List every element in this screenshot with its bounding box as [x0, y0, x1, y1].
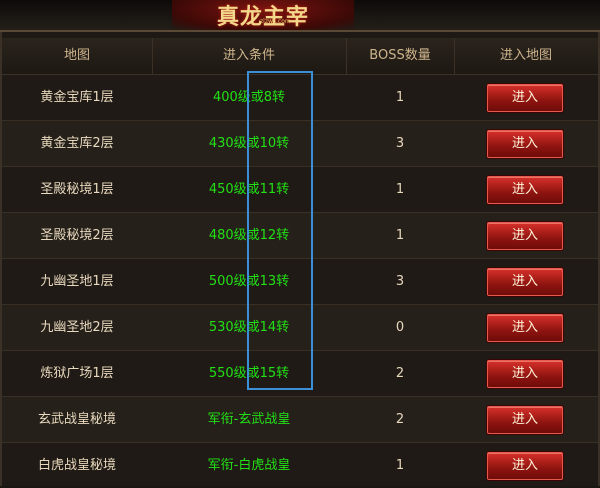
table-header: 地图 进入条件 BOSS数量 进入地图 — [2, 38, 598, 75]
game-logo: 真龙主宰 zlzws.com — [172, 0, 354, 30]
boss-count: 1 — [395, 90, 405, 105]
enter-button[interactable]: 进入 — [487, 314, 563, 342]
enter-button[interactable]: 进入 — [487, 130, 563, 158]
entry-requirement: 430级或10转 — [208, 136, 290, 151]
entry-requirement: 450级或11转 — [208, 182, 290, 197]
enter-cell: 进入 — [454, 397, 598, 442]
entry-requirement: 400级或8转 — [212, 90, 286, 105]
table-row: 圣殿秘境1层 450级或11转 1 进入 — [2, 167, 598, 213]
enter-cell: 进入 — [454, 443, 598, 488]
entry-requirement: 530级或14转 — [208, 320, 290, 335]
header-enter-map: 进入地图 — [499, 48, 552, 63]
map-name: 炼狱广场1层 — [40, 366, 114, 381]
enter-button[interactable]: 进入 — [487, 452, 563, 480]
boss-count: 1 — [395, 228, 405, 243]
boss-count: 1 — [395, 458, 405, 473]
entry-requirement: 军衔-玄武战皇 — [207, 412, 291, 427]
header-boss-count: BOSS数量 — [346, 38, 455, 74]
enter-cell: 进入 — [454, 351, 598, 396]
enter-cell: 进入 — [454, 259, 598, 304]
boss-count: 3 — [395, 274, 405, 289]
top-banner: 真龙主宰 zlzws.com — [0, 0, 600, 32]
enter-button[interactable]: 进入 — [487, 360, 563, 388]
table-row: 玄武战皇秘境 军衔-玄武战皇 2 进入 — [2, 397, 598, 443]
table-row: 圣殿秘境2层 480级或12转 1 进入 — [2, 213, 598, 259]
map-name: 黄金宝库2层 — [40, 136, 114, 151]
map-name: 九幽圣地2层 — [40, 320, 114, 335]
table-row: 九幽圣地2层 530级或14转 0 进入 — [2, 305, 598, 351]
enter-cell: 进入 — [454, 121, 598, 166]
boss-count: 1 — [395, 182, 405, 197]
enter-cell: 进入 — [454, 167, 598, 212]
enter-cell: 进入 — [454, 213, 598, 258]
enter-button[interactable]: 进入 — [487, 406, 563, 434]
entry-requirement: 480级或12转 — [208, 228, 290, 243]
entry-requirement: 550级或15转 — [208, 366, 290, 381]
boss-count: 2 — [395, 366, 405, 381]
boss-count: 0 — [395, 320, 405, 335]
header-map: 地图 — [2, 38, 153, 74]
table-row: 白虎战皇秘境 军衔-白虎战皇 1 进入 — [2, 443, 598, 486]
enter-button[interactable]: 进入 — [487, 268, 563, 296]
enter-button[interactable]: 进入 — [487, 176, 563, 204]
map-name: 玄武战皇秘境 — [37, 412, 116, 427]
boss-count: 3 — [395, 136, 405, 151]
entry-requirement: 500级或13转 — [208, 274, 290, 289]
logo-subtext: zlzws.com — [260, 18, 291, 25]
enter-cell: 进入 — [454, 305, 598, 350]
map-name: 白虎战皇秘境 — [37, 458, 116, 473]
logo-text: 真龙主宰 — [216, 4, 309, 30]
entry-requirement: 军衔-白虎战皇 — [207, 458, 291, 473]
table-row: 炼狱广场1层 550级或15转 2 进入 — [2, 351, 598, 397]
table-row: 黄金宝库2层 430级或10转 3 进入 — [2, 121, 598, 167]
enter-button[interactable]: 进入 — [487, 222, 563, 250]
enter-button[interactable]: 进入 — [487, 84, 563, 112]
map-name: 圣殿秘境1层 — [40, 182, 114, 197]
map-name: 圣殿秘境2层 — [40, 228, 114, 243]
header-requirement: 进入条件 — [152, 38, 347, 74]
table-row: 黄金宝库1层 400级或8转 1 进入 — [2, 75, 598, 121]
table-row: 九幽圣地1层 500级或13转 3 进入 — [2, 259, 598, 305]
enter-cell: 进入 — [454, 75, 598, 120]
boss-count: 2 — [395, 412, 405, 427]
map-name: 九幽圣地1层 — [40, 274, 114, 289]
map-name: 黄金宝库1层 — [40, 90, 114, 105]
